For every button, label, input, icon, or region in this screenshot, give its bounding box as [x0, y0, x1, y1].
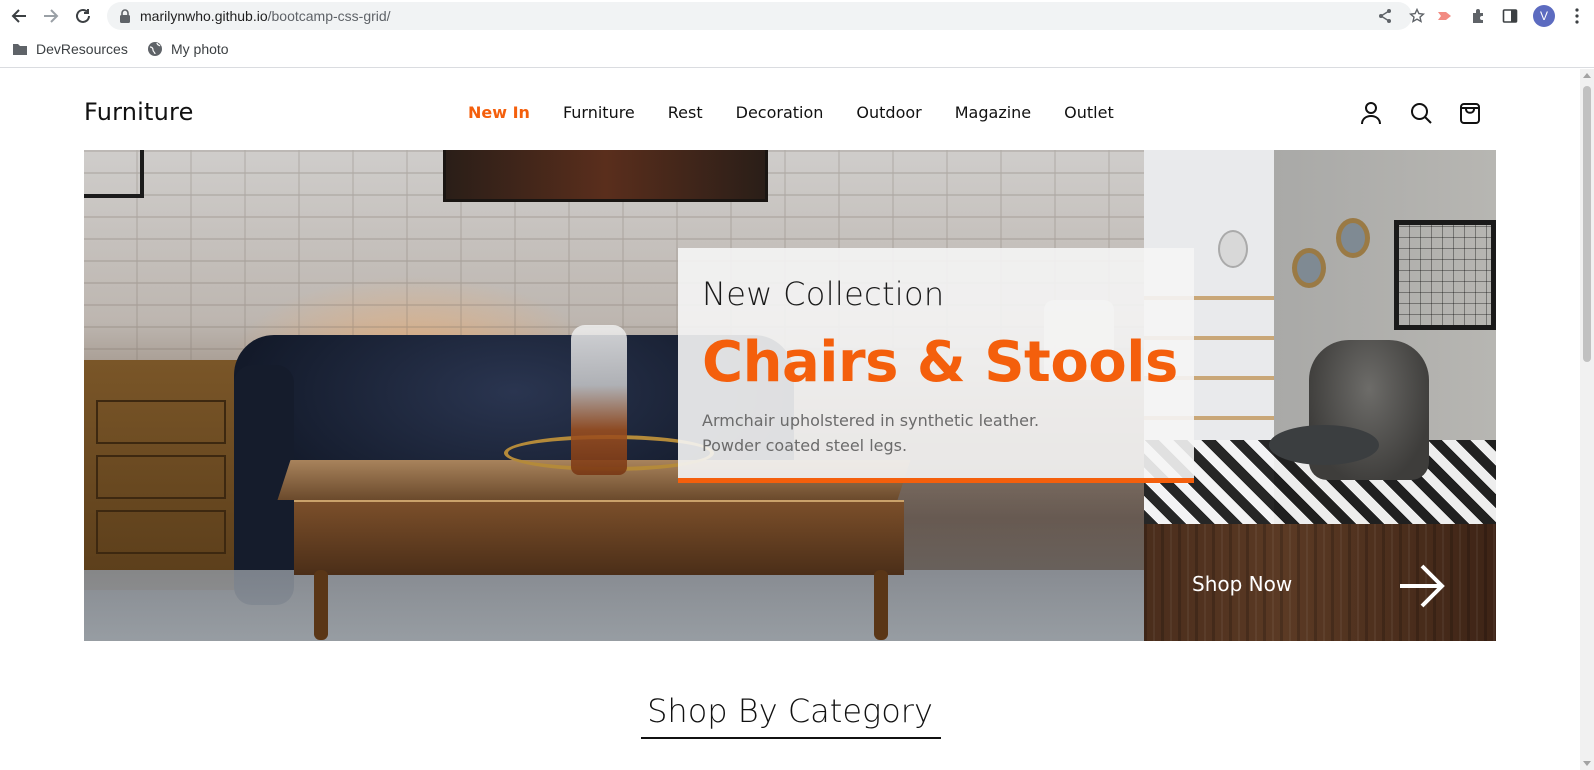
arrow-right-icon	[1400, 564, 1445, 608]
url-text: marilynwho.github.io/bootcamp-css-grid/	[140, 8, 391, 24]
shop-now-button[interactable]: Shop Now	[1144, 524, 1496, 641]
globe-icon	[148, 42, 162, 56]
side-panel-icon[interactable]	[1498, 4, 1522, 28]
browser-window: marilynwho.github.io/bootcamp-css-grid/ …	[0, 0, 1594, 770]
page-scrollbar[interactable]	[1580, 69, 1594, 770]
side-table	[1269, 425, 1379, 465]
bookmark-devresources[interactable]: DevResources	[12, 41, 128, 57]
share-icon[interactable]	[1377, 8, 1393, 24]
section-underline	[641, 737, 941, 739]
browser-toolbar: marilynwho.github.io/bootcamp-css-grid/ …	[0, 0, 1594, 33]
main-nav: New In Furniture Rest Decoration Outdoor…	[468, 103, 1147, 122]
nav-item-outdoor[interactable]: Outdoor	[856, 103, 921, 122]
nav-item-rest[interactable]: Rest	[668, 103, 703, 122]
lock-icon	[120, 9, 130, 23]
shopping-bag-icon[interactable]	[1457, 100, 1483, 126]
bookmark-label: My photo	[171, 41, 229, 57]
scroll-up-arrow[interactable]	[1583, 73, 1591, 78]
extension-pink-icon[interactable]	[1433, 4, 1457, 28]
scroll-thumb[interactable]	[1583, 86, 1591, 362]
forward-button[interactable]	[39, 4, 63, 28]
hero-kicker: New Collection	[702, 275, 945, 313]
wall-clock	[1218, 230, 1248, 268]
rug	[84, 570, 1144, 641]
nav-item-decoration[interactable]: Decoration	[736, 103, 824, 122]
accent-bar	[678, 478, 1194, 483]
url-host: marilynwho.github.io	[140, 8, 268, 24]
folder-icon	[13, 44, 27, 55]
round-mirror	[1336, 218, 1370, 258]
extensions-puzzle-icon[interactable]	[1466, 4, 1490, 28]
hero-title: Chairs & Stools	[702, 330, 1178, 395]
hero-image-armchair-room	[1144, 150, 1496, 524]
hero-description-line: Powder coated steel legs.	[702, 436, 908, 455]
hero-description: Armchair upholstered in synthetic leathe…	[702, 408, 1172, 458]
reload-icon	[76, 8, 90, 23]
bookmark-star-icon[interactable]	[1409, 8, 1425, 24]
picture-frame	[84, 150, 144, 198]
web-page: Furniture New In Furniture Rest Decorati…	[0, 69, 1580, 770]
wall-painting	[443, 150, 768, 202]
bookmarks-bar: DevResources My photo	[0, 33, 1594, 68]
scroll-down-arrow[interactable]	[1583, 761, 1591, 766]
arrow-left-icon	[11, 9, 26, 23]
hero-description-line: Armchair upholstered in synthetic leathe…	[702, 411, 1040, 430]
bookmark-my-photo[interactable]: My photo	[147, 41, 229, 57]
browser-menu-icon[interactable]	[1565, 4, 1589, 28]
hero-text-card: New Collection Chairs & Stools Armchair …	[678, 248, 1194, 483]
user-icon[interactable]	[1358, 100, 1384, 126]
profile-avatar[interactable]: V	[1533, 5, 1555, 27]
arrow-right-icon	[44, 9, 59, 23]
coffee-table	[294, 500, 904, 575]
round-mirror	[1292, 248, 1326, 288]
decanter	[571, 325, 627, 475]
dresser	[84, 360, 254, 590]
search-icon[interactable]	[1408, 100, 1434, 126]
section-title: Shop By Category	[647, 692, 933, 730]
url-path: /bootcamp-css-grid/	[267, 8, 391, 24]
back-button[interactable]	[7, 4, 31, 28]
shop-now-label: Shop Now	[1192, 572, 1293, 596]
avatar-letter: V	[1539, 9, 1548, 23]
nav-item-outlet[interactable]: Outlet	[1064, 103, 1114, 122]
address-bar[interactable]: marilynwho.github.io/bootcamp-css-grid/	[107, 2, 1425, 30]
grid-wall-decor	[1394, 220, 1496, 330]
nav-item-magazine[interactable]: Magazine	[955, 103, 1031, 122]
site-logo[interactable]: Furniture	[84, 98, 194, 126]
nav-item-new-in[interactable]: New In	[468, 103, 530, 122]
reload-button[interactable]	[71, 4, 95, 28]
bookmark-label: DevResources	[36, 41, 128, 57]
nav-item-furniture[interactable]: Furniture	[563, 103, 635, 122]
